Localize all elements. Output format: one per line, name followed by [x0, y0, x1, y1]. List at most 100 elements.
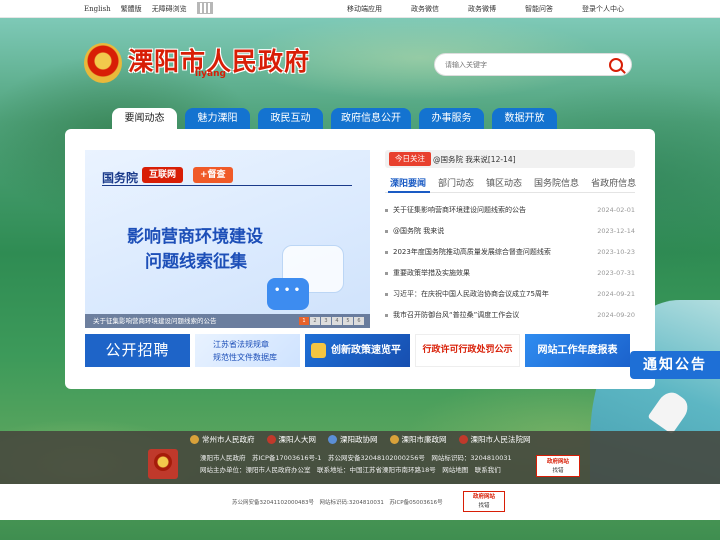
emblem-icon: [190, 435, 199, 444]
notice-button[interactable]: 通知公告: [630, 351, 720, 379]
news-title[interactable]: 重要政策举措及实施效果: [393, 263, 470, 284]
policy-platform-button[interactable]: 创新政策速览平台: [305, 334, 410, 367]
weibo-link[interactable]: 政务微博: [468, 4, 496, 14]
accessible-link[interactable]: 无障碍浏览: [152, 4, 187, 14]
footer-link[interactable]: 常州市人民政府: [190, 434, 255, 445]
jiucuo-label: 找错: [478, 503, 490, 509]
tab-charm[interactable]: 魅力溧阳: [185, 108, 250, 129]
banner-divider: [102, 185, 352, 186]
news-date: 2024-09-21: [597, 290, 635, 298]
news-title[interactable]: @国务院 我来说: [393, 221, 444, 242]
footer-links: 常州市人民政府 溧阳人大网 溧阳政协网 溧阳市廉政网 溧阳市人民法院网: [190, 434, 531, 445]
news-title[interactable]: 关于征集影响营商环境建设问题线索的公告: [393, 200, 526, 221]
news-title[interactable]: 2023年度国务院推动高质量发展综合督查问题线索: [393, 242, 551, 263]
banner-headline: 问题线索征集: [145, 252, 247, 272]
news-title[interactable]: 我市召开防御台风“普拉桑”调度工作会议: [393, 305, 519, 326]
search-input[interactable]: [445, 59, 595, 71]
carousel-pager: 1 2 3 4 5 6: [299, 317, 364, 325]
annual-report-button[interactable]: 网站工作年度报表: [525, 334, 630, 367]
news-tab-town[interactable]: 镇区动态: [486, 176, 522, 189]
news-title[interactable]: 习近平：在庆祝中国人民政治协商会议成立75周年: [393, 284, 549, 305]
admin-license-button[interactable]: 行政许可行政处罚公示: [415, 334, 520, 367]
emblem-icon: [266, 435, 276, 444]
news-tab-state-council[interactable]: 国务院信息: [534, 176, 579, 189]
bullet-icon: [385, 251, 388, 254]
carousel-page[interactable]: 4: [332, 317, 342, 325]
bottom-license-text: 苏公网安备32041102000483号 网站标识码:3204810031 苏I…: [232, 500, 443, 506]
list-item[interactable]: 我市召开防御台风“普拉桑”调度工作会议 2024-09-20: [385, 305, 635, 326]
emblem-icon: [458, 435, 468, 444]
tab-services[interactable]: 办事服务: [419, 108, 484, 129]
news-carousel[interactable]: 国务院 互联网 +督查 影响营商环境建设 问题线索征集 关于征集影响营商环境建设…: [85, 150, 370, 328]
regulation-label: 江苏省法规规章: [213, 340, 269, 349]
smart-qa-link[interactable]: 智能问答: [525, 4, 553, 14]
tab-info-disclosure[interactable]: 政府信息公开: [331, 108, 411, 129]
footer-link[interactable]: 溧阳人大网: [266, 434, 316, 445]
main-nav: 要闻动态 魅力溧阳 政民互动 政府信息公开 办事服务 数据开放: [112, 108, 565, 130]
today-focus-label: 今日关注: [389, 152, 431, 166]
list-item[interactable]: 关于征集影响营商环境建设问题线索的公告 2024-02-01: [385, 200, 635, 221]
search-icon[interactable]: [609, 58, 623, 72]
jiucuo-label: 政府网站: [472, 494, 495, 500]
national-emblem-icon: [84, 43, 122, 83]
banner-source: 国务院: [102, 171, 139, 185]
login-link[interactable]: 登录个人中心: [582, 4, 624, 14]
qr-code-icon[interactable]: [196, 2, 213, 14]
news-date: 2023-07-31: [597, 269, 635, 277]
jiucuo-label: 政府网站: [546, 459, 569, 465]
footer-info: 溧阳市人民政府 苏ICP备17003616号-1 苏公网安备3204810200…: [200, 452, 512, 476]
list-item[interactable]: @国务院 我来说 2023-12-14: [385, 221, 635, 242]
jiucuo-label: 找错: [552, 468, 564, 474]
site-subtitle: liyang: [195, 69, 226, 79]
banner-headline: 影响营商环境建设: [127, 227, 263, 247]
traditional-link[interactable]: 繁體版: [121, 4, 142, 14]
news-tab-department[interactable]: 部门动态: [438, 176, 474, 189]
mobile-app-link[interactable]: 移动端应用: [347, 4, 382, 14]
bullet-icon: [385, 209, 388, 212]
search-box: [434, 53, 632, 76]
footer-link[interactable]: 溧阳市廉政网: [389, 434, 447, 445]
list-item[interactable]: 2023年度国务院推动高质量发展综合督查问题线索 2023-10-23: [385, 242, 635, 263]
party-emblem-icon[interactable]: [148, 449, 178, 479]
carousel-page[interactable]: 2: [310, 317, 320, 325]
banner-tag: 互联网: [142, 167, 184, 183]
news-tab-province[interactable]: 省政府信息: [591, 176, 636, 189]
carousel-page[interactable]: 1: [299, 317, 309, 325]
footer-link[interactable]: 溧阳市人民法院网: [458, 434, 531, 445]
recruitment-button[interactable]: 公开招聘: [85, 334, 190, 367]
bullet-icon: [385, 314, 388, 317]
regulation-database-button[interactable]: 江苏省法规规章 规范性文件数据库: [195, 334, 300, 367]
news-date: 2024-09-20: [597, 311, 635, 319]
news-date: 2024-02-01: [597, 206, 635, 214]
today-focus: 今日关注 @国务院 我来说[12-14]: [385, 150, 635, 168]
news-date: 2023-10-23: [597, 248, 635, 256]
today-focus-link[interactable]: @国务院 我来说[12-14]: [433, 154, 516, 165]
wechat-link[interactable]: 政务微信: [411, 4, 439, 14]
news-tabs: 溧阳要闻 部门动态 镇区动态 国务院信息 省政府信息: [390, 176, 648, 189]
carousel-page[interactable]: 3: [321, 317, 331, 325]
carousel-page[interactable]: 5: [343, 317, 353, 325]
bullet-icon: [385, 230, 388, 233]
list-item[interactable]: 重要政策举措及实施效果 2023-07-31: [385, 263, 635, 284]
news-date: 2023-12-14: [597, 227, 635, 235]
english-link[interactable]: English: [84, 5, 111, 13]
news-tab-liyang[interactable]: 溧阳要闻: [390, 176, 426, 189]
regulation-label: 规范性文件数据库: [213, 353, 277, 362]
footer-link[interactable]: 溧阳政协网: [328, 434, 378, 445]
tab-open-data[interactable]: 数据开放: [492, 108, 557, 129]
carousel-page[interactable]: 6: [354, 317, 364, 325]
site-error-report-button[interactable]: 政府网站 找错: [536, 455, 580, 477]
emblem-icon: [389, 435, 399, 444]
news-list: 关于征集影响营商环境建设问题线索的公告 2024-02-01 @国务院 我来说 …: [385, 200, 635, 326]
list-item[interactable]: 习近平：在庆祝中国人民政治协商会议成立75周年 2024-09-21: [385, 284, 635, 305]
footer-line: 网站主办单位：溧阳市人民政府办公室 联系地址：中国江苏省溧阳市南环路18号 网站…: [200, 466, 501, 474]
chat-bubble-icon: [267, 278, 309, 310]
bullet-icon: [385, 293, 388, 296]
tab-news[interactable]: 要闻动态: [112, 108, 177, 130]
tab-interaction[interactable]: 政民互动: [258, 108, 323, 129]
banner-tag: +督查: [193, 167, 233, 183]
site-error-report-button[interactable]: 政府网站 找错: [463, 491, 505, 512]
active-tab-underline: [388, 191, 430, 193]
top-bar: English 繁體版 无障碍浏览 移动端应用 政务微信 政务微博 智能问答 登…: [0, 0, 720, 18]
bullet-icon: [385, 272, 388, 275]
